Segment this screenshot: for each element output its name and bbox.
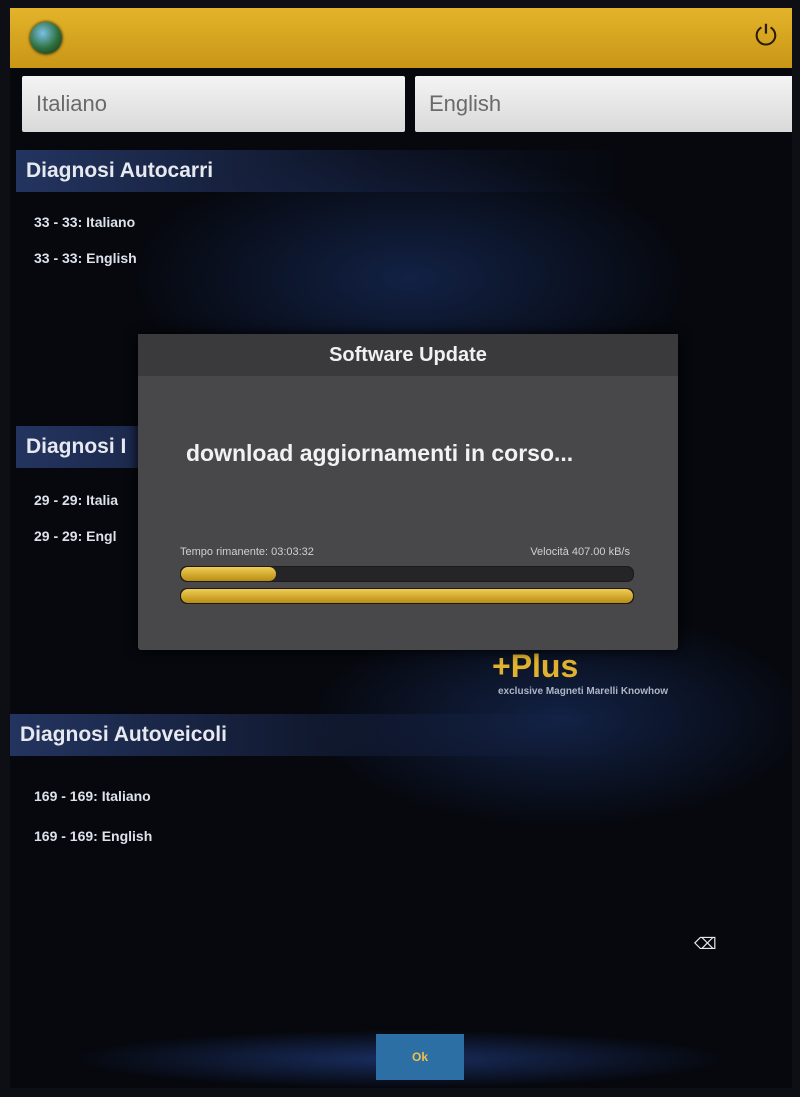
list-item[interactable]: 29 - 29: Italia [34,492,118,508]
plus-logo: +Plus [492,648,579,684]
file-progress-bar [180,566,634,582]
top-bar: ⏻ [10,8,792,68]
download-speed: Velocità 407.00 kB/s [530,546,630,558]
list-item[interactable]: 29 - 29: Engl [34,528,116,544]
total-progress-fill [181,589,633,603]
total-progress-bar [180,588,634,604]
dialog-message: download aggiornamenti in corso... [186,440,574,466]
file-progress-fill [181,567,276,581]
plus-tagline: exclusive Magneti Marelli Knowhow [498,686,669,697]
english-button[interactable]: English [415,76,792,132]
cursor-icon: ⌫ [694,936,717,953]
ok-button[interactable]: Ok [376,1034,464,1080]
time-remaining: Tempo rimanente: 03:03:32 [180,546,314,558]
section-title: Diagnosi Autocarri [16,150,626,192]
dialog-title: Software Update [138,334,678,376]
list-item[interactable]: 33 - 33: Italiano [34,214,135,230]
software-update-dialog: Software Update download aggiornamenti i… [138,334,678,650]
power-icon[interactable]: ⏻ [752,22,780,50]
section-title: Diagnosi Autoveicoli [10,714,620,756]
list-item[interactable]: 169 - 169: English [34,828,152,844]
globe-icon[interactable] [30,22,62,54]
list-item[interactable]: 169 - 169: Italiano [34,788,151,804]
app-screen: ⏻ Italiano English Diagnosi Autocarri 33… [10,8,792,1088]
italian-button[interactable]: Italiano [22,76,405,132]
list-item[interactable]: 33 - 33: English [34,250,137,266]
